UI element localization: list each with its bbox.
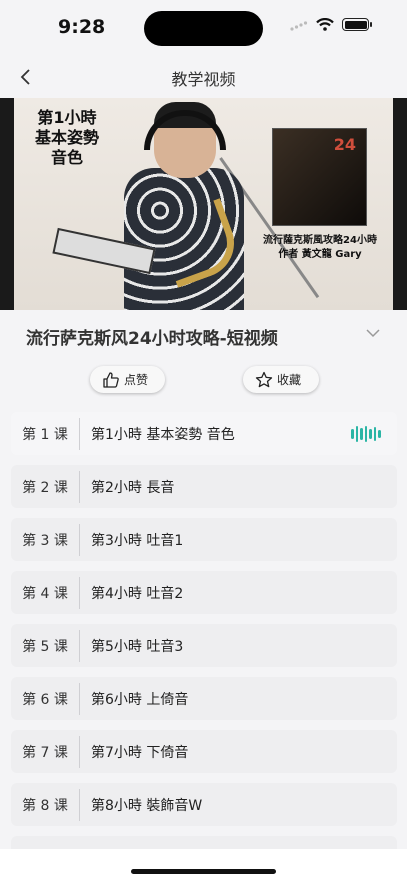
- dynamic-island: [144, 11, 263, 46]
- lesson-title: 第5小時 吐音3: [91, 638, 184, 655]
- lesson-title: 第3小時 吐音1: [91, 532, 184, 549]
- chevron-down-icon[interactable]: [365, 328, 381, 338]
- signal-icon: [290, 20, 308, 31]
- poster-caption: 流行薩克斯風攻略24小時 作者 黃文龍 Gary: [263, 235, 377, 260]
- lesson-item[interactable]: 第 1 课 第1小時 基本姿勢 音色: [11, 412, 397, 455]
- thumbs-up-icon: [103, 371, 119, 388]
- bottom-safe-area: [0, 849, 407, 883]
- status-bar: 9:28: [0, 0, 407, 56]
- nav-bar: 教学视频: [0, 56, 407, 98]
- lesson-title: 第7小時 下倚音: [91, 744, 189, 761]
- lesson-number: 第 3 课: [22, 532, 68, 549]
- book-poster: 24: [272, 128, 367, 226]
- lesson-number: 第 4 课: [22, 585, 68, 602]
- video-frame[interactable]: 第1小時 基本姿勢 音色 24 流行薩克斯風攻略24小時 作者 黃文龍 Gary: [14, 98, 393, 310]
- battery-icon: [342, 18, 372, 31]
- poster-number: 24: [333, 135, 356, 154]
- lesson-item[interactable]: 第 2 课 第2小時 長音: [11, 465, 397, 508]
- video-overlay-text: 第1小時 基本姿勢 音色: [34, 108, 99, 167]
- action-buttons: 点赞 收藏: [0, 366, 407, 394]
- lesson-title: 第6小時 上倚音: [91, 691, 189, 708]
- status-time: 9:28: [58, 16, 106, 38]
- course-title-row[interactable]: 流行萨克斯风24小时攻略-短视频: [0, 318, 407, 352]
- lesson-item[interactable]: 第 8 课 第8小時 裝飾音W: [11, 783, 397, 826]
- lesson-number: 第 2 课: [22, 479, 68, 496]
- favorite-button[interactable]: 收藏: [243, 366, 319, 393]
- home-indicator[interactable]: [131, 869, 276, 874]
- lesson-title: 第1小時 基本姿勢 音色: [91, 426, 235, 443]
- wifi-icon: [316, 18, 334, 31]
- star-icon: [255, 371, 273, 387]
- like-label: 点赞: [124, 373, 149, 387]
- lesson-number: 第 1 课: [22, 426, 68, 443]
- now-playing-icon: [351, 425, 382, 442]
- lesson-title: 第4小時 吐音2: [91, 585, 184, 602]
- lesson-item[interactable]: 第 4 课 第4小時 吐音2: [11, 571, 397, 614]
- lesson-number: 第 8 课: [22, 797, 68, 814]
- lesson-item[interactable]: 第 7 课 第7小時 下倚音: [11, 730, 397, 773]
- page-title: 教学视频: [171, 70, 236, 89]
- like-button[interactable]: 点赞: [90, 366, 165, 393]
- lesson-item[interactable]: 第 3 课 第3小時 吐音1: [11, 518, 397, 561]
- lesson-number: 第 5 课: [22, 638, 68, 655]
- status-icons: [290, 18, 372, 31]
- lesson-title: 第2小時 長音: [91, 479, 175, 496]
- lesson-item[interactable]: 第 6 课 第6小時 上倚音: [11, 677, 397, 720]
- course-title: 流行萨克斯风24小时攻略-短视频: [26, 329, 278, 349]
- lesson-item[interactable]: 第 5 课 第5小時 吐音3: [11, 624, 397, 667]
- video-player[interactable]: 第1小時 基本姿勢 音色 24 流行薩克斯風攻略24小時 作者 黃文龍 Gary: [0, 98, 407, 310]
- lesson-number: 第 6 课: [22, 691, 68, 708]
- lesson-title: 第8小時 裝飾音W: [91, 797, 203, 814]
- lesson-number: 第 7 课: [22, 744, 68, 761]
- favorite-label: 收藏: [277, 373, 302, 387]
